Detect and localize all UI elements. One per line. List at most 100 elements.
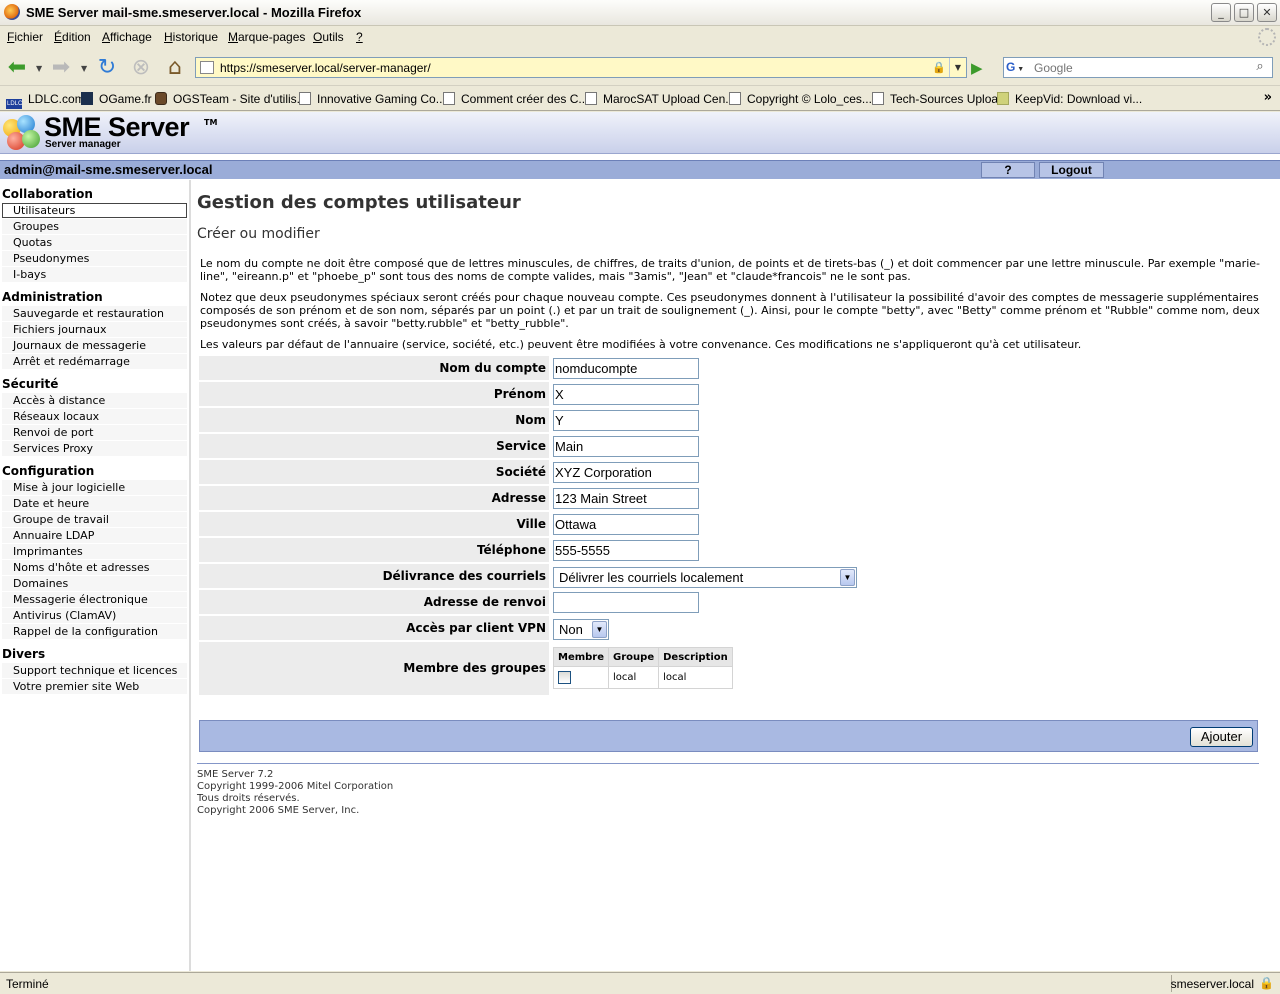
form-row-telephone: Téléphone [199, 538, 1257, 562]
account-name-input[interactable] [553, 358, 699, 379]
first-name-input[interactable] [553, 384, 699, 405]
back-history-dropdown-icon[interactable]: ▼ [36, 64, 42, 73]
page-icon [585, 92, 597, 105]
menu-edition[interactable]: Édition [54, 30, 91, 44]
sidebar-item-imprimantes[interactable]: Imprimantes [2, 544, 187, 559]
back-arrow-icon[interactable]: ⬅ [4, 55, 30, 81]
maximize-button[interactable]: □ [1234, 3, 1254, 22]
bookmark-keepvid[interactable]: KeepVid: Download vi... [997, 92, 1142, 106]
sidebar-item-annuaire-ldap[interactable]: Annuaire LDAP [2, 528, 187, 543]
sidebar-item-i-bays[interactable]: I-bays [2, 267, 187, 282]
stop-icon[interactable]: ⊗ [128, 55, 154, 81]
bookmark-marocsat[interactable]: MarocSAT Upload Cen... [585, 92, 735, 106]
sidebar-item-noms-hote[interactable]: Noms d'hôte et adresses [2, 560, 187, 575]
bookmark-copyright-lolo[interactable]: Copyright © Lolo_ces... [729, 92, 872, 106]
go-arrow-icon[interactable]: ▶ [971, 59, 983, 77]
sidebar-item-groupes[interactable]: Groupes [2, 219, 187, 234]
chevron-down-icon[interactable]: ▼ [592, 621, 607, 638]
bookmark-tech-sources[interactable]: Tech-Sources Upload [872, 92, 1005, 106]
member-cell [552, 666, 610, 689]
menu-help[interactable]: ? [356, 30, 363, 44]
footer-copyright-sme: Copyright 2006 SME Server, Inc. [197, 805, 360, 816]
vpn-access-select[interactable]: Non ▼ [553, 619, 609, 640]
logout-button[interactable]: Logout [1039, 162, 1104, 178]
search-icon[interactable]: ⌕ [1250, 59, 1270, 76]
sidebar-item-arret[interactable]: Arrêt et redémarrage [2, 354, 187, 369]
ssl-lock-icon[interactable]: 🔒 [1259, 976, 1274, 990]
sidebar-item-messagerie[interactable]: Messagerie électronique [2, 592, 187, 607]
bookmark-comment-creer[interactable]: Comment créer des C... [443, 92, 588, 106]
sme-header-banner: SME Server TM Server manager [0, 112, 1280, 154]
sidebar-item-antivirus[interactable]: Antivirus (ClamAV) [2, 608, 187, 623]
sidebar-item-sauvegarde[interactable]: Sauvegarde et restauration [2, 306, 187, 321]
menu-fichier[interactable]: Fichier [7, 30, 43, 44]
url-history-dropdown-icon[interactable]: ▼ [949, 58, 966, 77]
sme-logo-subtitle: Server manager [45, 139, 121, 150]
menu-outils[interactable]: Outils [313, 30, 344, 44]
form-row-societe: Société [199, 460, 1257, 484]
email-delivery-select[interactable]: Délivrer les courriels localement ▼ [553, 567, 857, 588]
last-name-input[interactable] [553, 410, 699, 431]
field-label: Téléphone [199, 538, 549, 562]
bookmark-innovative-gaming[interactable]: Innovative Gaming Co... [299, 92, 446, 106]
sidebar-item-quotas[interactable]: Quotas [2, 235, 187, 250]
search-box[interactable]: G ▼ ⌕ [1003, 57, 1273, 78]
home-icon[interactable]: ⌂ [162, 55, 188, 81]
sidebar-item-support[interactable]: Support technique et licences [2, 663, 187, 678]
url-text[interactable]: https://smeserver.local/server-manager/ [220, 61, 431, 75]
sidebar-item-fichiers-journaux[interactable]: Fichiers journaux [2, 322, 187, 337]
footer-copyright-mitel: Copyright 1999-2006 Mitel Corporation [197, 781, 394, 792]
sidebar-item-pseudonymes[interactable]: Pseudonymes [2, 251, 187, 266]
sidebar-item-services-proxy[interactable]: Services Proxy [2, 441, 187, 456]
phone-input[interactable] [553, 540, 699, 561]
add-button[interactable]: Ajouter [1190, 727, 1253, 747]
member-checkbox[interactable] [558, 671, 571, 684]
status-text: Terminé [6, 977, 49, 991]
form-row-groupes: Membre des groupes Membre Groupe Descrip… [199, 642, 1257, 695]
chevron-down-icon[interactable]: ▼ [840, 569, 855, 586]
bookmarks-overflow-icon[interactable]: » [1264, 90, 1272, 105]
forward-arrow-icon[interactable]: ➡ [48, 55, 74, 81]
sidebar-item-groupe-travail[interactable]: Groupe de travail [2, 512, 187, 527]
admin-user-label: admin@mail-sme.smeserver.local [4, 162, 213, 177]
minimize-button[interactable]: _ [1211, 3, 1231, 22]
sidebar-section-configuration: Configuration [2, 464, 95, 478]
sidebar-item-date-heure[interactable]: Date et heure [2, 496, 187, 511]
forward-address-input[interactable] [553, 592, 699, 613]
sidebar-item-renvoi-port[interactable]: Renvoi de port [2, 425, 187, 440]
menu-historique[interactable]: Historique [164, 30, 218, 44]
sidebar-item-premier-site[interactable]: Votre premier site Web [2, 679, 187, 694]
forward-history-dropdown-icon[interactable]: ▼ [81, 64, 87, 73]
bookmark-ogame[interactable]: OGame.fr [81, 92, 152, 106]
field-label: Ville [199, 512, 549, 536]
sidebar-item-acces-distance[interactable]: Accès à distance [2, 393, 187, 408]
sidebar-item-journaux-messagerie[interactable]: Journaux de messagerie [2, 338, 187, 353]
help-button[interactable]: ? [981, 162, 1035, 178]
sidebar-item-reseaux-locaux[interactable]: Réseaux locaux [2, 409, 187, 424]
search-input[interactable] [1034, 59, 1246, 76]
sidebar-section-collaboration: Collaboration [2, 187, 93, 201]
url-bar[interactable]: https://smeserver.local/server-manager/ … [195, 57, 967, 78]
company-input[interactable] [553, 462, 699, 483]
search-engine-icon[interactable]: G ▼ [1006, 60, 1032, 75]
service-input[interactable] [553, 436, 699, 457]
bookmark-ogsteam[interactable]: OGSTeam - Site d'utilis... [155, 92, 307, 106]
city-input[interactable] [553, 514, 699, 535]
sidebar-item-mise-a-jour[interactable]: Mise à jour logicielle [2, 480, 187, 495]
sidebar-item-rappel-configuration[interactable]: Rappel de la configuration [2, 624, 187, 639]
menu-marque-pages[interactable]: Marque-pages [228, 30, 305, 44]
close-button[interactable]: ✕ [1257, 3, 1277, 22]
field-label: Prénom [199, 382, 549, 406]
form-row-service: Service [199, 434, 1257, 458]
sidebar-item-domaines[interactable]: Domaines [2, 576, 187, 591]
footer-version: SME Server 7.2 [197, 769, 274, 780]
bookmark-ldlc[interactable]: LDLC LDLC.com [6, 92, 85, 109]
reload-icon[interactable]: ↻ [94, 55, 120, 81]
menu-affichage[interactable]: Affichage [102, 30, 152, 44]
ssl-lock-icon[interactable]: 🔒 [932, 61, 946, 74]
address-input[interactable] [553, 488, 699, 509]
window-title: SME Server mail-sme.smeserver.local - Mo… [26, 5, 362, 20]
field-label: Membre des groupes [199, 642, 549, 695]
sidebar-section-divers: Divers [2, 647, 46, 661]
sidebar-item-utilisateurs[interactable]: Utilisateurs [2, 203, 187, 218]
